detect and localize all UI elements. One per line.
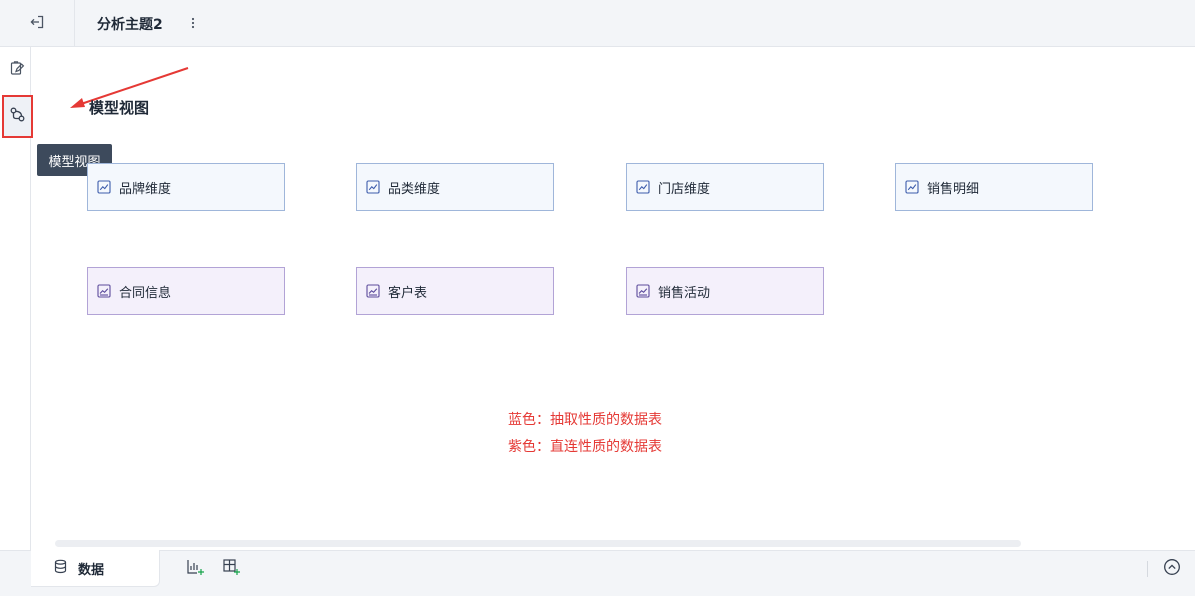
model-view-icon xyxy=(9,106,26,127)
add-table-icon xyxy=(222,558,241,581)
table-card[interactable]: 品牌维度 xyxy=(87,163,285,211)
horizontal-scrollbar[interactable] xyxy=(55,540,1021,547)
rail-model-view-button[interactable] xyxy=(2,95,33,138)
rail-edit-button[interactable] xyxy=(3,56,31,84)
line-chart-icon xyxy=(636,180,650,194)
table-card[interactable]: 品类维度 xyxy=(356,163,554,211)
table-card-label: 合同信息 xyxy=(119,285,172,301)
tab-data[interactable]: 数据 xyxy=(31,550,160,587)
legend-note-purple: 紫色：直连性质的数据表 xyxy=(508,439,662,455)
toolbar-divider xyxy=(1147,561,1148,577)
database-icon xyxy=(53,559,68,578)
exit-icon xyxy=(29,14,45,34)
chevron-up-circle-icon xyxy=(1163,558,1181,580)
bottom-bar: 数据 xyxy=(0,550,1195,596)
table-card[interactable]: 门店维度 xyxy=(626,163,824,211)
left-rail xyxy=(0,47,33,550)
area-chart-icon xyxy=(97,284,111,298)
legend-note-blue: 蓝色：抽取性质的数据表 xyxy=(508,412,662,428)
table-card-label: 销售活动 xyxy=(658,285,711,301)
add-chart-button[interactable] xyxy=(185,559,205,579)
table-card-label: 销售明细 xyxy=(927,181,980,197)
add-table-button[interactable] xyxy=(221,558,241,581)
table-card-label: 品牌维度 xyxy=(119,181,172,197)
area-chart-icon xyxy=(636,284,650,298)
table-card-label: 门店维度 xyxy=(658,181,711,197)
table-card[interactable]: 销售明细 xyxy=(895,163,1093,211)
clipboard-edit-icon xyxy=(9,60,25,80)
more-vertical-icon xyxy=(191,14,195,33)
exit-button[interactable] xyxy=(0,0,75,47)
table-card-label: 品类维度 xyxy=(388,181,441,197)
section-title: 模型视图 xyxy=(89,99,150,117)
add-chart-icon xyxy=(186,558,205,581)
table-card-label: 客户表 xyxy=(388,285,428,301)
line-chart-icon xyxy=(97,180,111,194)
tab-data-label: 数据 xyxy=(78,562,105,578)
table-card[interactable]: 销售活动 xyxy=(626,267,824,315)
line-chart-icon xyxy=(366,180,380,194)
collapse-panel-button[interactable] xyxy=(1162,559,1182,579)
table-card[interactable]: 合同信息 xyxy=(87,267,285,315)
line-chart-icon xyxy=(905,180,919,194)
more-options-button[interactable] xyxy=(186,12,200,34)
page-title: 分析主题2 xyxy=(97,17,163,33)
top-bar: 分析主题2 xyxy=(0,0,1195,47)
area-chart-icon xyxy=(366,284,380,298)
table-card[interactable]: 客户表 xyxy=(356,267,554,315)
